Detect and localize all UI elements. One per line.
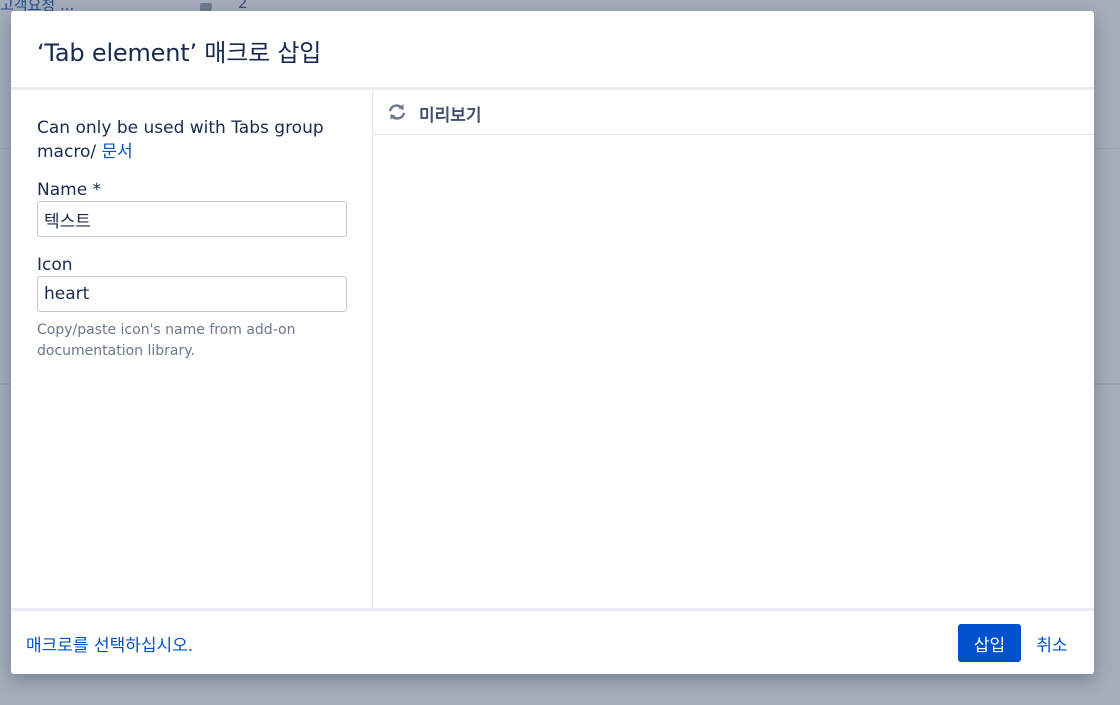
insert-button[interactable]: 삽입 (958, 624, 1021, 662)
preview-label: 미리보기 (419, 106, 482, 126)
dialog-header: ‘Tab element’ 매크로 삽입 (11, 11, 1094, 90)
cancel-button[interactable]: 취소 (1029, 624, 1075, 662)
dialog-footer: 매크로를 선택하십시오. 삽입 취소 (11, 608, 1094, 674)
icon-field-help: Copy/paste icon's name from add-on docum… (37, 322, 296, 359)
name-field[interactable] (37, 201, 347, 237)
name-field-label: Name * (37, 180, 102, 200)
macro-dialog: ‘Tab element’ 매크로 삽입 Can only be used wi… (11, 11, 1094, 674)
macro-description: Can only be used with Tabs group macro/ … (37, 116, 337, 164)
dialog-title: ‘Tab element’ 매크로 삽입 (37, 39, 322, 67)
dialog-body: Can only be used with Tabs group macro/ … (11, 90, 1094, 608)
macro-description-text: Can only be used with Tabs group macro/ (37, 118, 324, 162)
documentation-link[interactable]: 문서 (101, 142, 132, 162)
icon-field-label: Icon (37, 255, 73, 275)
preview-bar: 미리보기 (373, 90, 1094, 135)
icon-field[interactable] (37, 276, 347, 312)
refresh-icon[interactable] (387, 102, 407, 122)
preview-panel: 미리보기 (373, 90, 1094, 608)
select-macro-link[interactable]: 매크로를 선택하십시오. (26, 631, 193, 656)
macro-parameters-panel: Can only be used with Tabs group macro/ … (11, 90, 373, 608)
